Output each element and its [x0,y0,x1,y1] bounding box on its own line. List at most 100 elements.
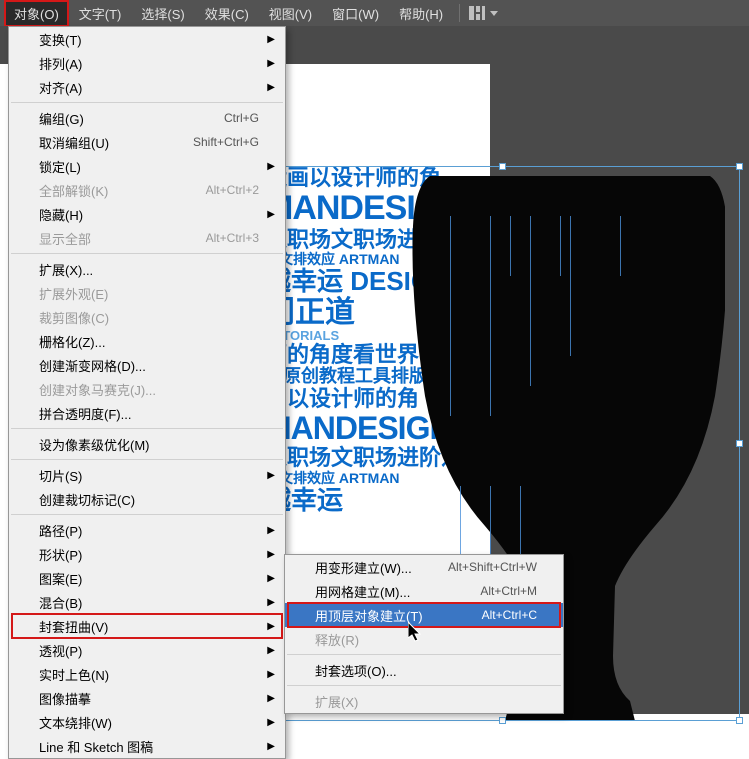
arrange-dropdown-icon[interactable] [488,3,500,23]
menu-item-h[interactable]: 隐藏(H) ▶ [9,202,285,226]
menu-item-p[interactable]: 透视(P) ▶ [9,638,285,662]
menu-item-label: 文本绕排(W) [39,713,112,732]
menu-item-t[interactable]: 变换(T)▶ [9,27,285,51]
menu-item-d[interactable]: 创建渐变网格(D)... [9,353,285,377]
menu-item-: 显示全部Alt+Ctrl+3 [9,226,285,250]
menu-item-linesketch[interactable]: Line 和 Sketch 图稿▶ [9,734,285,758]
handle-middle-right[interactable] [736,440,743,447]
submenu-item-t[interactable]: 用顶层对象建立(T)Alt+Ctrl+C [285,603,563,627]
menu-item-e[interactable]: 图案(E)▶ [9,566,285,590]
menu-item-label: 创建对象马赛克(J)... [39,380,156,399]
menu-item-label: 创建渐变网格(D)... [39,356,146,375]
menu-item-label: Line 和 Sketch 图稿 [39,737,153,756]
menu-item-k: 全部解锁(K) Alt+Ctrl+2 [9,178,285,202]
menu-item-a[interactable]: 排列(A)▶ [9,51,285,75]
object-menu-dropdown[interactable]: 变换(T)▶排列(A)▶对齐(A)▶编组(G)Ctrl+G取消编组(U)Shif… [8,26,286,759]
menu-item-label: 取消编组(U) [39,133,109,152]
menu-item-label: 透视(P) [39,641,82,660]
menu-item-label: 裁剪图像(C) [39,308,109,327]
arrange-icon[interactable] [466,3,488,23]
menu-item-label: 全部解锁(K) [39,181,108,200]
submenu-item-x: 扩展(X) [285,689,563,713]
submenu-item-o[interactable]: 封套选项(O)... [285,658,563,682]
menu-item-label: 设为像素级优化(M) [39,435,150,454]
menu-item-label: 释放(R) [315,630,359,649]
menu-help[interactable]: 帮助(H) [389,0,453,27]
submenu-item-w[interactable]: 用变形建立(W)...Alt+Shift+Ctrl+W [285,555,563,579]
guide-line [450,216,451,416]
menu-item-shortcut: Ctrl+G [224,111,259,125]
main-menubar[interactable]: 对象(O) 文字(T) 选择(S) 效果(C) 视图(V) 窗口(W) 帮助(H… [0,0,749,26]
handle-bottom-middle[interactable] [499,717,506,724]
menu-item-p[interactable]: 路径(P) ▶ [9,518,285,542]
menu-item-x[interactable]: 扩展(X)... [9,257,285,281]
menu-item-shortcut: Alt+Ctrl+C [482,608,537,622]
menu-item-m[interactable]: 设为像素级优化(M) [9,432,285,456]
menu-item-label: 用网格建立(M)... [315,582,410,601]
submenu-arrow-icon: ▶ [267,645,275,656]
submenu-arrow-icon: ▶ [267,573,275,584]
guide-line [510,216,511,276]
menu-item-label: 切片(S) [39,466,82,485]
menu-separator [287,654,561,655]
menu-item-b[interactable]: 混合(B) ▶ [9,590,285,614]
menu-item-label: 用变形建立(W)... [315,558,412,577]
submenu-arrow-icon: ▶ [267,693,275,704]
menu-item-s[interactable]: 切片(S) ▶ [9,463,285,487]
menu-item-u[interactable]: 取消编组(U) Shift+Ctrl+G [9,130,285,154]
handle-bottom-right[interactable] [736,717,743,724]
submenu-arrow-icon: ▶ [267,161,275,172]
menu-item-v[interactable]: 封套扭曲(V)▶ [9,614,285,638]
guide-line [570,216,571,356]
menu-object[interactable]: 对象(O) [4,0,69,27]
menu-item-label: 路径(P) [39,521,82,540]
menu-item-f[interactable]: 拼合透明度(F)... [9,401,285,425]
submenu-arrow-icon: ▶ [267,209,275,220]
menubar-separator [459,4,460,22]
guide-line [560,216,561,276]
menu-item-n[interactable]: 实时上色(N) ▶ [9,662,285,686]
submenu-arrow-icon: ▶ [267,669,275,680]
menu-effect[interactable]: 效果(C) [195,0,259,27]
menu-item-label: 混合(B) [39,593,82,612]
menu-item-label: 显示全部 [39,229,91,248]
menu-item-label: 封套扭曲(V) [39,617,108,636]
submenu-arrow-icon: ▶ [267,34,275,45]
menu-item-shortcut: Shift+Ctrl+G [193,135,259,149]
menu-type[interactable]: 文字(T) [69,0,132,27]
submenu-item-m[interactable]: 用网格建立(M)... Alt+Ctrl+M [285,579,563,603]
menu-item-g[interactable]: 编组(G)Ctrl+G [9,106,285,130]
menu-item-shortcut: Alt+Ctrl+2 [206,183,259,197]
submenu-arrow-icon: ▶ [267,470,275,481]
menu-item-c: 裁剪图像(C) [9,305,285,329]
submenu-item-r: 释放(R) [285,627,563,651]
guide-line [620,216,621,276]
guide-line [530,216,531,386]
submenu-arrow-icon: ▶ [267,525,275,536]
menu-item-label: 排列(A) [39,54,82,73]
submenu-arrow-icon: ▶ [267,82,275,93]
envelope-distort-submenu[interactable]: 用变形建立(W)...Alt+Shift+Ctrl+W 用网格建立(M)... Al… [284,554,564,714]
handle-top-right[interactable] [736,163,743,170]
menu-item-[interactable]: 图像描摹▶ [9,686,285,710]
menu-item-p[interactable]: 形状(P)▶ [9,542,285,566]
menu-item-label: 隐藏(H) [39,205,83,224]
menu-view[interactable]: 视图(V) [259,0,322,27]
submenu-arrow-icon: ▶ [267,549,275,560]
menu-item-label: 扩展外观(E) [39,284,108,303]
menu-item-c[interactable]: 创建裁切标记(C) [9,487,285,511]
menu-item-a[interactable]: 对齐(A)▶ [9,75,285,99]
menu-item-label: 栅格化(Z)... [39,332,105,351]
menu-item-label: 扩展(X) [315,692,358,711]
menu-item-label: 锁定(L) [39,157,81,176]
menu-window[interactable]: 窗口(W) [322,0,389,27]
handle-top-middle[interactable] [499,163,506,170]
menu-item-label: 实时上色(N) [39,665,109,684]
menu-item-l[interactable]: 锁定(L) ▶ [9,154,285,178]
menu-separator [11,514,283,515]
submenu-arrow-icon: ▶ [267,597,275,608]
menu-select[interactable]: 选择(S) [131,0,194,27]
menu-item-label: 创建裁切标记(C) [39,490,135,509]
menu-item-shortcut: Alt+Ctrl+M [480,584,537,598]
menu-item-z[interactable]: 栅格化(Z)... [9,329,285,353]
